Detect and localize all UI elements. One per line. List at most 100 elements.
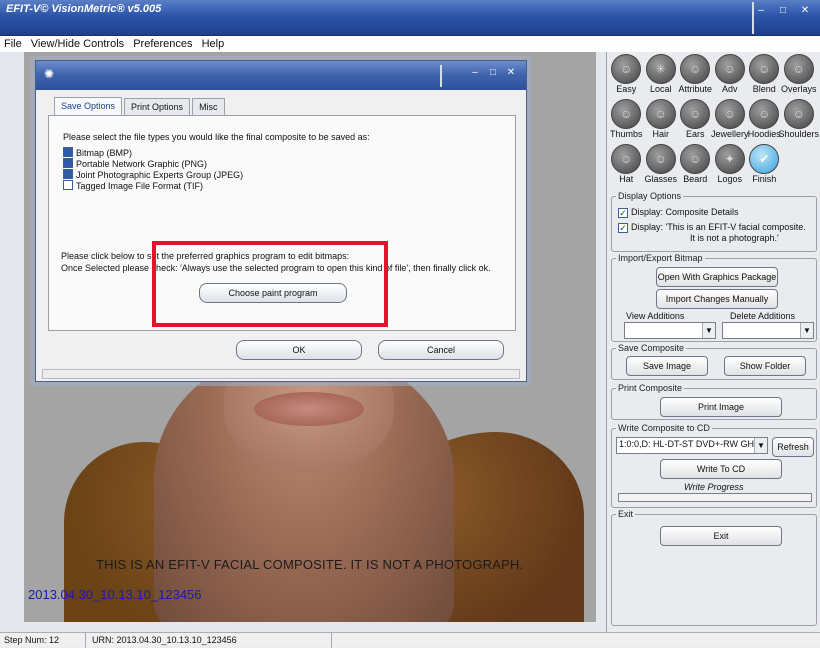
filetype-jpeg-option[interactable]: Joint Photographic Experts Group (JPEG) [63,169,243,180]
tool-beard[interactable]: ☺ Beard [678,142,713,187]
main-titlebar: EFIT-V© VisionMetric® v5.005 – □ ✕ [0,0,820,36]
filetype-label: Bitmap (BMP) [76,148,133,158]
tool-hat[interactable]: ☺ Hat [609,142,644,187]
checkbox-checked-icon[interactable]: ✓ [618,223,628,233]
tool-thumbs[interactable]: ☺ Thumbs [609,97,644,142]
filetype-tif-option[interactable]: Tagged Image File Format (TIF) [63,180,203,191]
tab-misc[interactable]: Misc [192,98,225,115]
menu-view-hide-controls[interactable]: View/Hide Controls [28,36,127,52]
print-composite-group: Print Composite Print Image [611,382,817,420]
exit-button[interactable]: Exit [660,526,782,546]
filetype-png-option[interactable]: Portable Network Graphic (PNG) [63,158,207,169]
tool-easy[interactable]: ☺ Easy [609,52,644,97]
group-title: Import/Export Bitmap [616,252,705,264]
filetype-label: Tagged Image File Format (TIF) [76,181,204,191]
tool-label: Overlays [780,84,817,94]
status-step: Step Num: 12 [0,633,86,648]
window-controls: – □ ✕ [750,3,816,19]
write-progress-bar [618,493,812,502]
checkbox-checked-icon[interactable] [63,147,73,157]
display-disclaimer-option[interactable]: ✓ Display: 'This is an EFIT-V facial comp… [618,222,806,244]
delete-additions-label: Delete Additions [730,311,796,321]
save-image-button[interactable]: Save Image [626,356,708,376]
face-ears-icon: ☺ [680,99,711,129]
chevron-down-icon: ▼ [754,438,767,453]
display-disclaimer-label-2: It is not a photograph.' [690,233,779,243]
tool-blend[interactable]: ☺ Blend [747,52,782,97]
face-shoulders-icon: ☺ [783,99,814,129]
tool-overlays[interactable]: ☺ Overlays [780,52,817,97]
tool-finish[interactable]: ✔ Finish [747,142,782,187]
composite-urn-overlay: 2013.04.30_10.13.10_123456 [28,587,202,602]
import-changes-button[interactable]: Import Changes Manually [656,289,778,309]
tab-save-options[interactable]: Save Options [54,97,123,115]
display-details-label: Display: Composite Details [631,207,739,217]
tool-label: Shoulders [778,129,820,139]
app-logo-icon: ✺ [44,67,55,81]
tool-row-2: ☺ Thumbs ☺ Hair ☺ Ears ☺ Jewellery ☺ Hoodies … [609,97,820,142]
preferences-dialog: ✺ – □ ✕ Save Options Print Options Misc … [35,60,527,382]
face-logos-icon: ✦ [714,144,745,174]
status-step-text: Step Num: 12 [4,635,60,645]
tool-shoulders[interactable]: ☺ Shoulders [778,97,820,142]
display-disclaimer-label: Display: 'This is an EFIT-V facial compo… [631,222,806,232]
maximize-icon[interactable]: □ [484,67,502,78]
tool-local[interactable]: ✳ Local [644,52,679,97]
checkbox-checked-icon[interactable] [63,169,73,179]
tool-adv[interactable]: ☺ Adv [713,52,748,97]
control-panel: ☺ Easy ✳ Local ☺ Attribute ☺ Adv ☺ Blend ☺ Ove… [606,52,820,632]
status-bar: Step Num: 12 URN: 2013.04.30_10.13.10_12… [0,632,820,648]
filetype-label: Joint Photographic Experts Group (JPEG) [76,170,244,180]
display-details-option[interactable]: ✓ Display: Composite Details [618,207,739,218]
status-urn: URN: 2013.04.30_10.13.10_123456 [88,633,332,648]
group-title: Exit [616,508,636,520]
ok-button[interactable]: OK [236,340,362,360]
checkbox-unchecked-icon[interactable] [63,180,73,190]
tool-hoodies[interactable]: ☺ Hoodies [747,97,782,142]
minimize-icon[interactable]: – [750,3,772,19]
group-title: Print Composite [616,382,685,394]
chevron-down-icon: ▼ [800,323,813,338]
view-additions-select[interactable]: ▼ [624,322,716,339]
filetype-bmp-option[interactable]: Bitmap (BMP) [63,147,132,158]
minimize-icon[interactable]: – [466,67,484,78]
tool-jewellery[interactable]: ☺ Jewellery [711,97,749,142]
delete-additions-select[interactable]: ▼ [722,322,814,339]
checkbox-checked-icon[interactable] [63,158,73,168]
menu-file[interactable]: File [0,36,25,52]
tool-attribute[interactable]: ☺ Attribute [678,52,713,97]
menu-preferences[interactable]: Preferences [130,36,195,52]
display-options-group: Display Options ✓ Display: Composite Deta… [611,190,817,252]
filetype-prompt: Please select the file types you would l… [63,132,370,142]
show-folder-button[interactable]: Show Folder [724,356,806,376]
tool-logos[interactable]: ✦ Logos [713,142,748,187]
checkbox-checked-icon[interactable]: ✓ [618,208,628,218]
cd-drive-select[interactable]: 1:0:0,D: HL-DT-ST DVD+-RW GH ▼ [616,437,768,454]
face-hoodies-icon: ☺ [749,99,780,129]
face-overlays-icon: ☺ [783,54,814,84]
close-icon[interactable]: ✕ [794,3,816,19]
print-image-button[interactable]: Print Image [660,397,782,417]
write-to-cd-button[interactable]: Write To CD [660,459,782,479]
face-beard-icon: ☺ [680,144,711,174]
tab-print-options[interactable]: Print Options [124,98,191,115]
tool-ears[interactable]: ☺ Ears [678,97,713,142]
highlight-box [152,241,388,327]
tool-hair[interactable]: ☺ Hair [644,97,679,142]
import-export-group: Import/Export Bitmap Open With Graphics … [611,252,817,342]
close-icon[interactable]: ✕ [502,67,520,78]
face-attribute-icon: ☺ [680,54,711,84]
open-with-graphics-button[interactable]: Open With Graphics Package [656,267,778,287]
refresh-button[interactable]: Refresh [772,437,814,457]
menu-help[interactable]: Help [199,36,228,52]
group-title: Save Composite [616,342,687,354]
dialog-title-divider [440,65,442,87]
menu-bar: File View/Hide Controls Preferences Help [0,36,820,52]
checkmark-icon: ✔ [749,144,780,174]
maximize-icon[interactable]: □ [772,3,794,19]
tool-glasses[interactable]: ☺ Glasses [644,142,679,187]
exit-group: Exit Exit [611,508,817,626]
dialog-titlebar: ✺ – □ ✕ [36,61,526,90]
face-hat-icon: ☺ [611,144,642,174]
cancel-button[interactable]: Cancel [378,340,504,360]
